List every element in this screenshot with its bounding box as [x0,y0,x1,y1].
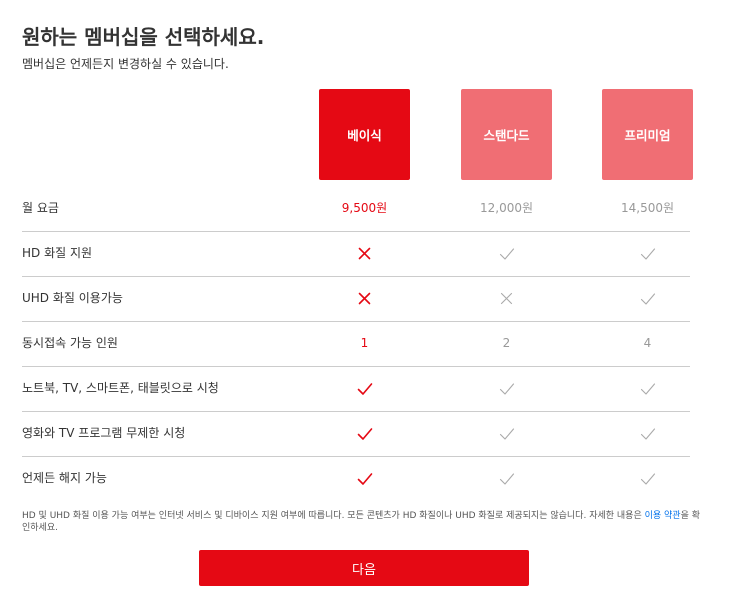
feature-label: 노트북, TV, 스마트폰, 태블릿으로 시청 [22,381,219,395]
page-title: 원하는 멤버십을 선택하세요. [22,25,265,49]
check-icon [602,366,693,411]
check-icon [319,366,410,411]
plan-value: 12,000원 [479,201,534,215]
x-icon [461,276,552,321]
plan-value: 1 [360,336,369,350]
footnote-text: HD 및 UHD 화질 이용 가능 여부는 인터넷 서비스 및 디바이스 지원 … [22,511,645,521]
check-icon [602,231,693,276]
x-icon [319,276,410,321]
plan-value: 9,500원 [341,201,388,215]
table-row: 영화와 TV 프로그램 무제한 시청 [22,411,690,457]
feature-label: HD 화질 지원 [22,246,93,260]
check-icon [602,411,693,456]
table-row: 노트북, TV, 스마트폰, 태블릿으로 시청 [22,366,690,412]
plan-card-label: 프리미엄 [624,128,671,143]
check-icon [602,276,693,321]
plan-card-standard[interactable]: 스탠다드 [461,89,552,180]
plan-card-premium[interactable]: 프리미엄 [602,89,693,180]
page-subtitle: 멤버십은 언제든지 변경하실 수 있습니다. [22,57,229,71]
x-icon [319,231,410,276]
feature-label: 영화와 TV 프로그램 무제한 시청 [22,426,186,440]
check-icon [461,231,552,276]
check-icon [461,366,552,411]
plan-card-label: 스탠다드 [483,128,530,143]
check-icon [319,411,410,456]
check-icon [602,456,693,501]
check-icon [319,456,410,501]
plan-value: 2 [502,336,511,350]
feature-label: 월 요금 [22,201,59,215]
feature-label: 언제든 해지 가능 [22,471,107,485]
table-row: 언제든 해지 가능 [22,456,690,501]
footnote: HD 및 UHD 화질 이용 가능 여부는 인터넷 서비스 및 디바이스 지원 … [22,510,702,534]
plan-card-basic[interactable]: 베이식 [319,89,410,180]
table-row: HD 화질 지원 [22,231,690,277]
check-icon [461,411,552,456]
plan-card-label: 베이식 [347,128,382,143]
next-button[interactable]: 다음 [199,550,529,586]
plan-value: 4 [643,336,652,350]
feature-label: UHD 화질 이용가능 [22,291,123,305]
table-row: UHD 화질 이용가능 [22,276,690,322]
plan-value: 14,500원 [620,201,675,215]
table-row: 월 요금 9,500원 12,000원 14,500원 [22,186,690,232]
table-row: 동시접속 가능 인원 1 2 4 [22,321,690,367]
check-icon [461,456,552,501]
terms-of-use-link[interactable]: 이용 약관 [645,511,681,521]
feature-label: 동시접속 가능 인원 [22,336,118,350]
